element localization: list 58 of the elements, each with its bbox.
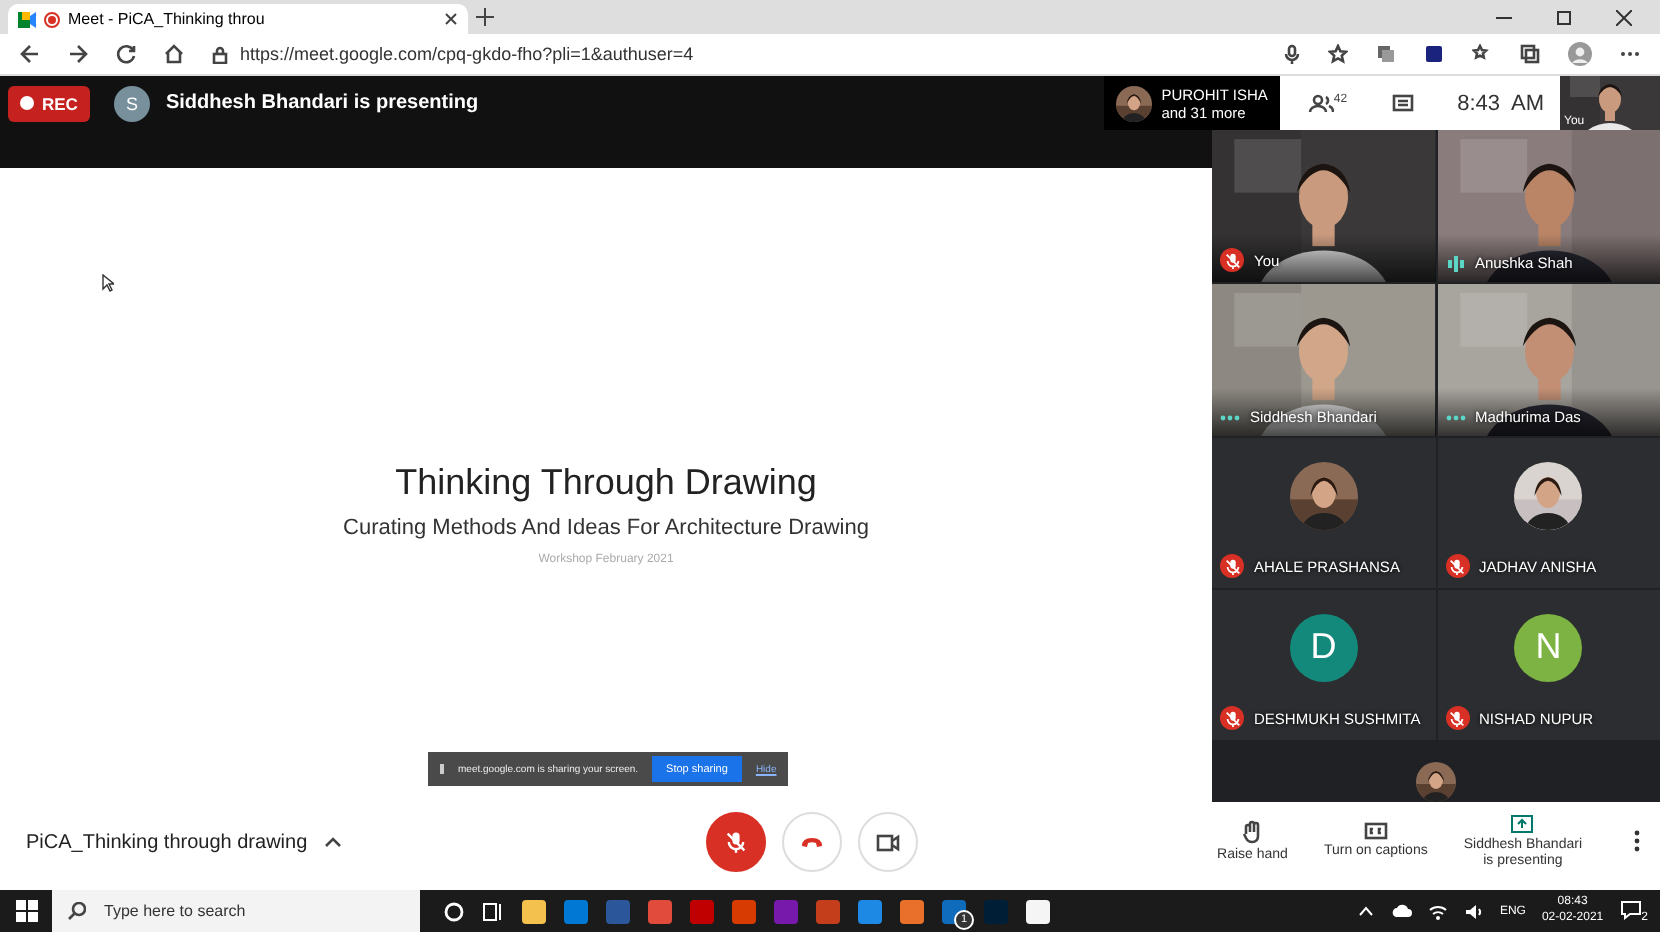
meet-icon <box>18 11 36 27</box>
hang-up-button[interactable] <box>782 812 842 872</box>
star-icon[interactable] <box>1328 44 1348 64</box>
home-icon[interactable] <box>164 44 184 64</box>
app-icon[interactable] <box>1026 899 1050 923</box>
search-field[interactable]: Type here to search <box>52 890 420 932</box>
forward-icon[interactable] <box>68 44 88 64</box>
start-icon[interactable] <box>15 900 37 922</box>
extension-icon[interactable] <box>1424 44 1444 64</box>
drag-handle-icon[interactable] <box>440 764 444 774</box>
participant-avatar: N <box>1514 613 1583 681</box>
reload-icon[interactable] <box>116 44 136 64</box>
slide-title: Thinking Through Drawing <box>395 462 817 504</box>
lock-icon[interactable] <box>212 45 228 63</box>
wifi-icon[interactable] <box>1427 903 1448 919</box>
slide-subtitle: Curating Methods And Ideas For Architecture Drawing <box>343 516 869 540</box>
presenting-label: Siddhesh Bhandari is presenting <box>165 92 479 114</box>
meeting-name: PiCA_Thinking through drawing <box>26 831 308 853</box>
clock: 8:43 AM <box>1457 91 1544 115</box>
search-icon <box>68 902 86 920</box>
search-input[interactable]: Type here to search <box>100 900 388 922</box>
microphone-icon[interactable] <box>1284 44 1300 64</box>
participant-avatar: D <box>1289 613 1358 681</box>
present-icon <box>1510 813 1535 834</box>
chat-icon[interactable] <box>1391 93 1414 113</box>
muted-mic-icon <box>1220 706 1244 730</box>
cloud-icon[interactable] <box>1389 904 1412 918</box>
favorites-icon[interactable] <box>1472 44 1492 64</box>
mic-button[interactable] <box>706 812 766 872</box>
volume-icon[interactable] <box>1463 903 1484 919</box>
profile-icon[interactable] <box>1568 42 1592 66</box>
cursor-icon <box>102 274 114 292</box>
muted-mic-icon <box>1220 554 1244 578</box>
captions-icon <box>1363 822 1388 841</box>
extension-icon[interactable] <box>1376 44 1396 64</box>
url-field[interactable]: https://meet.google.com/cpq-gkdo-fho?pli=1&authuser=4 <box>240 44 694 64</box>
camera-icon <box>876 833 900 851</box>
app-icon[interactable] <box>522 899 546 923</box>
presenter-avatar: S <box>113 85 150 121</box>
close-icon[interactable] <box>444 12 458 26</box>
recording-icon <box>44 11 60 27</box>
muted-mic-icon <box>1445 706 1469 730</box>
chevron-up-icon[interactable] <box>323 836 342 848</box>
browser-tab[interactable]: Meet - PiCA_Thinking throu <box>8 4 468 34</box>
collections-icon[interactable] <box>1520 44 1540 64</box>
recording-badge[interactable]: REC <box>8 85 90 121</box>
camera-button[interactable] <box>858 812 918 872</box>
back-icon[interactable] <box>20 44 40 64</box>
menu-icon[interactable] <box>1620 50 1640 58</box>
maximize-icon[interactable] <box>1556 9 1572 25</box>
muted-mic-icon <box>724 830 748 854</box>
phone-icon <box>800 836 824 848</box>
muted-mic-icon <box>1445 554 1469 578</box>
new-tab-icon[interactable] <box>476 8 494 26</box>
cortana-icon[interactable] <box>444 901 464 921</box>
hand-icon <box>1242 819 1263 844</box>
task-view-icon[interactable] <box>482 901 504 921</box>
close-icon[interactable] <box>1616 9 1632 25</box>
